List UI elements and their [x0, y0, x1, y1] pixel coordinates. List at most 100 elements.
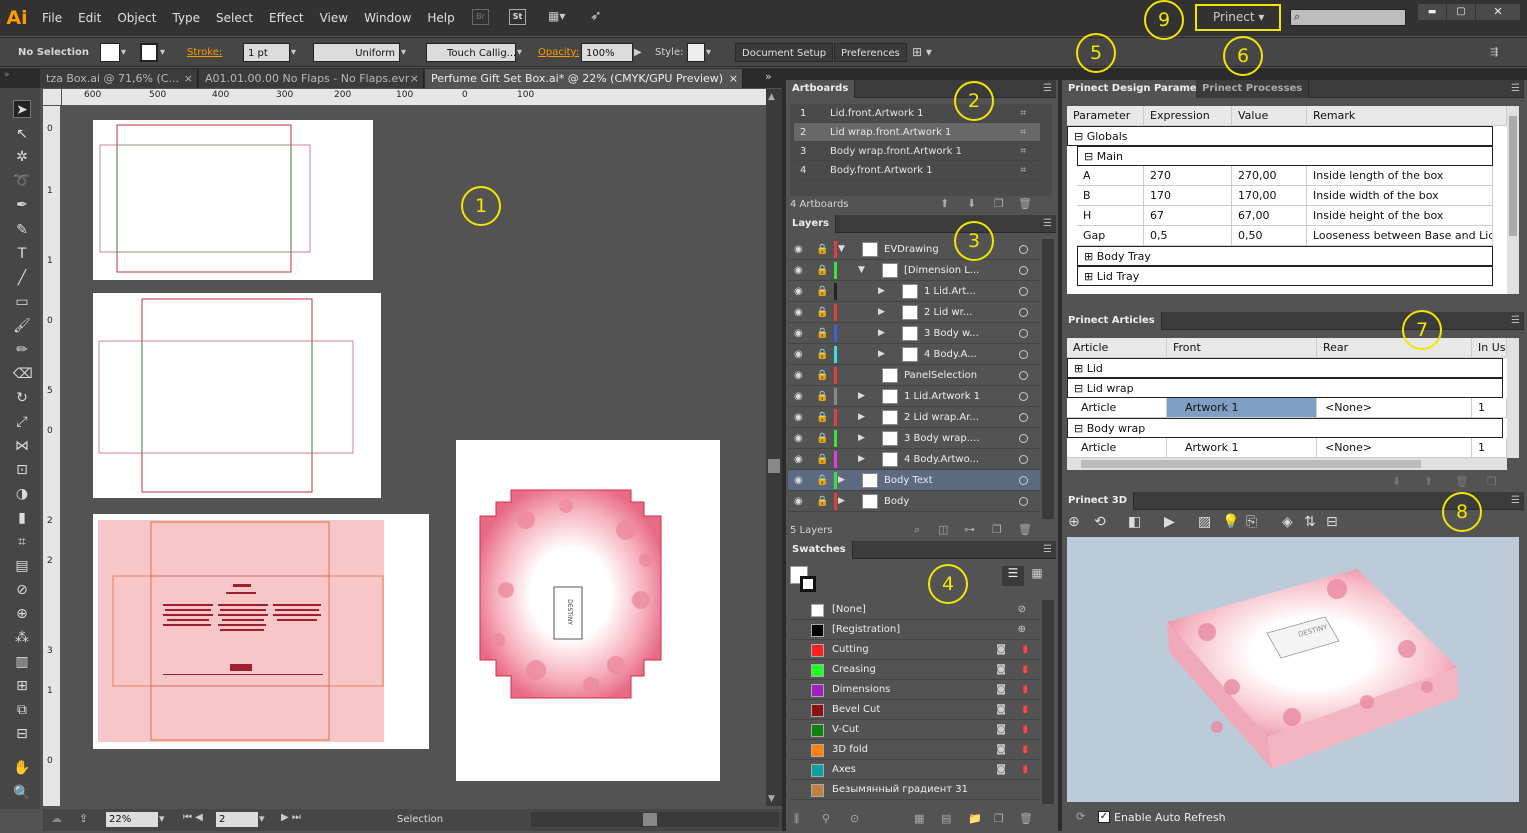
lock-icon[interactable]: 🔒 [816, 281, 828, 302]
column-header[interactable]: Value [1232, 106, 1307, 126]
workspace-switcher[interactable]: Prinect ▾ [1195, 4, 1281, 31]
stock-button[interactable]: St [509, 9, 526, 25]
brush-select[interactable]: Touch Callig... [426, 43, 516, 62]
cloud-sync-icon[interactable]: ☁ [51, 812, 62, 825]
tab-perfume-gift-set[interactable]: Perfume Gift Set Box.ai* @ 22% (CMYK/GPU… [425, 69, 743, 88]
swatch-row[interactable]: Dimensions ◙ ▮ [790, 680, 1040, 700]
visibility-eye-icon[interactable]: ◉ [794, 323, 803, 344]
parameters-scrollbar[interactable] [1507, 106, 1519, 294]
target-circle-icon[interactable] [1019, 350, 1028, 359]
edit-group-icon[interactable]: ▤ [941, 812, 951, 825]
layer-row[interactable]: ◉ 🔒 ▶ 4 Body.A... [788, 344, 1040, 365]
delete-artboard-icon[interactable]: 🗑 [1018, 197, 1032, 210]
menu-file[interactable]: File [34, 11, 70, 25]
magic-wand-tool-icon[interactable]: ✲ [13, 148, 31, 166]
scroll-up-icon[interactable]: ▲ [768, 92, 775, 102]
panel-menu-icon[interactable]: ☰ [1043, 218, 1052, 229]
visibility-eye-icon[interactable]: ◉ [794, 386, 803, 407]
artboard-tool-icon[interactable]: ⊞ [13, 677, 31, 695]
first-artboard-icon[interactable]: ⏮ ◀ [183, 812, 203, 823]
background-image-icon[interactable]: ▨ [1198, 514, 1211, 530]
artboard-lid-wrap[interactable] [93, 293, 381, 498]
layers-tab[interactable]: Layers [786, 215, 836, 233]
visibility-eye-icon[interactable]: ◉ [794, 470, 803, 491]
expand-arrow-icon[interactable]: ▶ [858, 386, 865, 407]
article-up-icon[interactable]: ⬆ [1424, 475, 1433, 488]
new-layer-icon[interactable]: ❐ [992, 523, 1002, 536]
new-swatch-icon[interactable]: ❐ [994, 812, 1004, 825]
layer-row[interactable]: ◉ 🔒 ▼ EVDrawing [788, 239, 1040, 260]
panel-menu-icon[interactable]: ☰ [1511, 83, 1520, 94]
fill-dropdown-icon[interactable]: ▾ [121, 43, 131, 62]
h-scroll-thumb[interactable] [643, 813, 657, 826]
param-expression[interactable]: 270 [1144, 166, 1232, 186]
lock-icon[interactable]: 🔒 [816, 365, 828, 386]
article-down-icon[interactable]: ⬇ [1392, 475, 1401, 488]
new-group-icon[interactable]: 📁 [968, 812, 982, 825]
maximize-button[interactable]: ▢ [1447, 4, 1475, 20]
arrange-icon[interactable]: ⊞ ▾ [912, 43, 932, 62]
lock-icon[interactable]: 🔒 [816, 386, 828, 407]
layer-row[interactable]: ◉ 🔒 ▼ [Dimension L... [788, 260, 1040, 281]
lock-icon[interactable]: 🔒 [816, 491, 828, 512]
graph-tool-icon[interactable]: ▮ [13, 509, 31, 527]
clipping-mask-icon[interactable]: ◫ [938, 523, 948, 536]
target-circle-icon[interactable] [1019, 245, 1028, 254]
target-circle-icon[interactable] [1019, 476, 1028, 485]
lock-icon[interactable]: 🔒 [816, 407, 828, 428]
expand-arrow-icon[interactable]: ▶ [838, 470, 845, 491]
bridge-button[interactable]: Br [472, 9, 489, 25]
new-sublayer-icon[interactable]: ⊶ [964, 523, 975, 536]
swatches-tab[interactable]: Swatches [786, 541, 853, 559]
delete-swatch-icon[interactable]: 🗑 [1019, 812, 1033, 825]
preferences-button[interactable]: Preferences [834, 43, 907, 62]
expand-icon[interactable]: ⊞ [1084, 270, 1097, 283]
3d-viewport[interactable]: DESTINY [1067, 537, 1519, 802]
stroke-swatch[interactable] [140, 43, 158, 62]
profile-dropdown-icon[interactable]: ▾ [401, 43, 406, 62]
zoom-tool-icon[interactable]: 🔍 [13, 784, 31, 802]
panel-menu-icon[interactable]: ☰ [1043, 83, 1052, 94]
slice-tool-icon[interactable]: ⧉ [13, 701, 31, 719]
symbol-sprayer-tool-icon[interactable]: ⁂ [13, 629, 31, 647]
lock-icon[interactable]: 🔒 [816, 344, 828, 365]
visibility-eye-icon[interactable]: ◉ [794, 344, 803, 365]
close-tab-icon[interactable]: × [410, 69, 419, 88]
artboard-row[interactable]: 4 Body.front.Artwork 1 ⌗ [794, 161, 1040, 180]
layer-row[interactable]: ◉ 🔒 ▶ 1 Lid.Artwork 1 [788, 386, 1040, 407]
direct-selection-tool-icon[interactable]: ↖ [13, 125, 31, 143]
article-group-lid[interactable]: ⊞ Lid [1067, 358, 1503, 378]
scale-tool-icon[interactable]: ⤢ [13, 413, 31, 431]
auto-refresh-checkbox[interactable]: ✓ [1098, 811, 1110, 823]
gradient-tool-icon[interactable]: ▤ [13, 557, 31, 575]
artboard-row[interactable]: 2 Lid wrap.front.Artwork 1 ⌗ [794, 123, 1040, 142]
target-circle-icon[interactable] [1019, 392, 1028, 401]
layer-row[interactable]: ◉ 🔒 PanelSelection [788, 365, 1040, 386]
new-artboard-icon[interactable]: ❐ [994, 197, 1004, 210]
lock-icon[interactable]: 🔒 [816, 470, 828, 491]
search-input[interactable]: ⌕ [1290, 9, 1406, 26]
layer-row[interactable]: ◉ 🔒 ▶ 3 Body wrap.... [788, 428, 1040, 449]
list-view-icon[interactable]: ☰ [1002, 566, 1024, 586]
column-header[interactable]: Article [1067, 338, 1167, 358]
article-delete-icon[interactable]: 🗑 [1455, 475, 1469, 488]
panel-menu-icon[interactable]: ☰ [1043, 544, 1052, 555]
rotate-3d-icon[interactable]: ⟲ [1094, 514, 1106, 530]
visibility-eye-icon[interactable]: ◉ [794, 302, 803, 323]
visibility-eye-icon[interactable]: ◉ [794, 428, 803, 449]
swatches-scrollbar[interactable] [1042, 600, 1054, 804]
close-button[interactable]: ✕ [1476, 4, 1520, 20]
pencil-tool-icon[interactable]: ✏ [13, 341, 31, 359]
more-tabs-icon[interactable]: » [765, 70, 772, 83]
zoom-3d-icon[interactable]: ⊕ [1068, 514, 1080, 530]
swatch-row[interactable]: Bevel Cut ◙ ▮ [790, 700, 1040, 720]
expand-icon[interactable]: ⊞ [1084, 250, 1097, 263]
target-circle-icon[interactable] [1019, 266, 1028, 275]
param-expression[interactable]: 67 [1144, 206, 1232, 226]
curvature-tool-icon[interactable]: ✎ [13, 221, 31, 239]
article-front-select[interactable]: Artwork 1 [1167, 398, 1317, 418]
swatch-kind-icon[interactable]: ⚲ [822, 812, 830, 825]
artboard-row[interactable]: 3 Body wrap.front.Artwork 1 ⌗ [794, 142, 1040, 161]
stroke-profile-select[interactable]: Uniform [313, 43, 400, 62]
collapse-icon[interactable]: ⊟ [1074, 382, 1087, 395]
